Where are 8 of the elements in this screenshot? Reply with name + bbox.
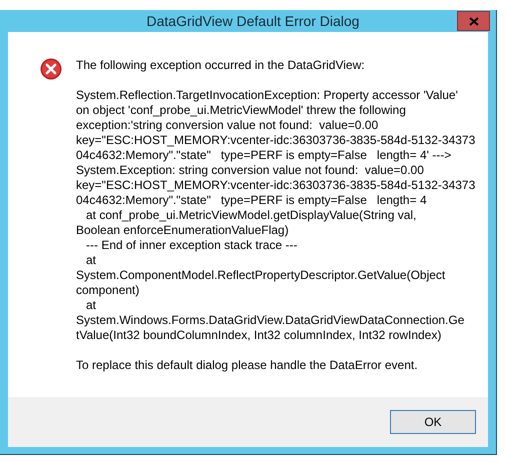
exception-details: System.Reflection.TargetInvocationException: Property accessor 'Value' on object 'conf_probe_ui.MetricViewModel' threw the following exception:'string conversion value not found: value=0.00 key="ESC:HOST_MEMORY:vcenter-idc:36303736-3835-584d-5132-34373 04c4632:Memory"."state" type=PERF is empty=False length= 4' ---> System.Exception: string conversion value not found: value=0.00 key="ESC:HOST_MEMORY:vcenter-idc:36303736-3835-584d-5132-34373 04c4632:Memory"."state" type=PERF is empty=False length= 4 at conf_probe_ui.MetricViewModel.getDisplayValue(String val, Boolean enforceEnumerationValueFlag) --- End of inner exception stack trace --- at System.ComponentModel.ReflectPropertyDescriptor.GetValue(Object component) at System.Windows.Forms.DataGridView.DataGridViewDataConnection.Ge tValue(Int32 boundColumnIndex, Int32 columnIndex, Int32 rowIndex) <box>76 88 476 343</box>
close-icon <box>468 16 478 26</box>
close-button[interactable] <box>457 11 490 31</box>
ok-button[interactable]: OK <box>390 410 476 434</box>
help-message: To replace this default dialog please handle the DataError event. <box>76 358 419 373</box>
error-heading: The following exception occurred in the DataGridView: <box>76 58 366 73</box>
error-icon <box>40 58 62 80</box>
window-title: DataGridView Default Error Dialog <box>146 13 360 29</box>
